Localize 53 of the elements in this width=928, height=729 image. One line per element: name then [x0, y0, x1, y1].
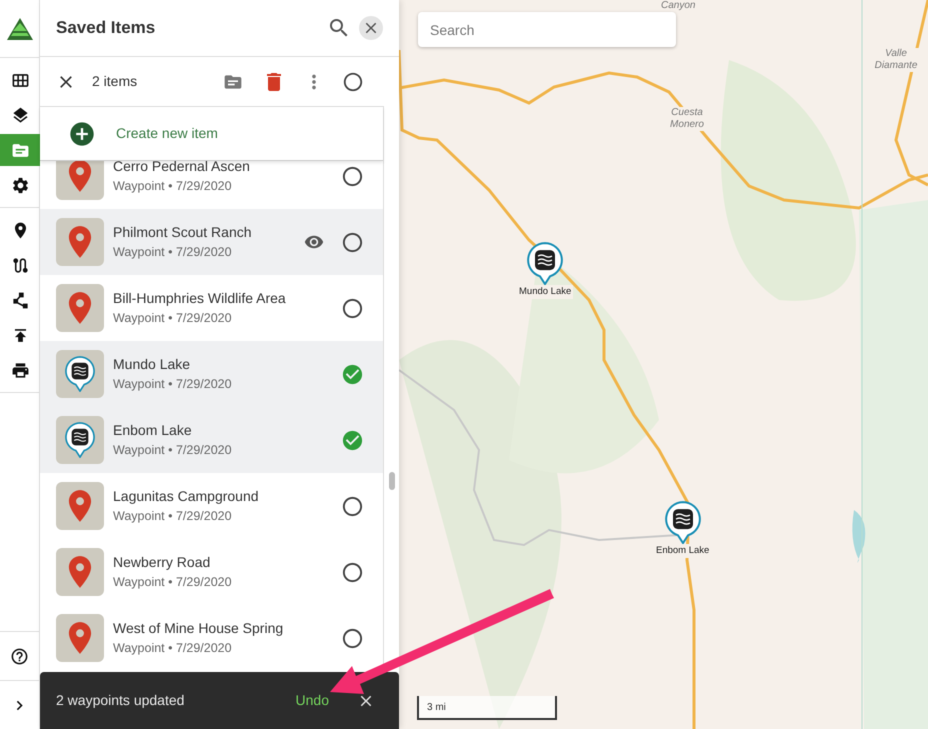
- layers-icon: [10, 106, 30, 124]
- undo-button[interactable]: Undo: [296, 690, 329, 711]
- map-label: Cuesta Monero: [667, 107, 707, 131]
- map[interactable]: Search Canyon Cuesta Monero Valle Diamante Mundo Lake Enbom Lake 3 mi: [399, 0, 928, 729]
- plus-icon: [68, 120, 96, 148]
- item-checkbox[interactable]: [341, 164, 364, 188]
- print-icon: [10, 360, 30, 380]
- item-checkbox[interactable]: [341, 494, 364, 518]
- item-name: Lagunitas Campground: [113, 487, 260, 506]
- item-checkbox[interactable]: [341, 428, 364, 452]
- item-name: West of Mine House Spring: [113, 619, 284, 638]
- item-subtitle: Waypoint • 7/29/2020: [113, 574, 233, 591]
- close-button[interactable]: [359, 16, 383, 40]
- scrollbar-thumb[interactable]: [389, 472, 395, 490]
- logo-icon: [6, 18, 32, 40]
- item-checkbox[interactable]: [341, 560, 364, 584]
- item-subtitle: Waypoint • 7/29/2020: [113, 508, 233, 525]
- lake-marker-icon: [65, 356, 95, 392]
- route-icon: [10, 256, 30, 274]
- item-name: Enbom Lake: [113, 421, 193, 440]
- item-subtitle: Waypoint • 7/29/2020: [113, 376, 233, 393]
- item-checkbox[interactable]: [341, 230, 364, 254]
- item-subtitle: Waypoint • 7/29/2020: [113, 442, 233, 459]
- item-checkbox[interactable]: [341, 626, 364, 650]
- item-name: Philmont Scout Ranch: [113, 223, 253, 242]
- selection-count: 2 items: [92, 72, 138, 91]
- help-icon: [10, 646, 29, 666]
- lake-marker-icon: [664, 501, 701, 544]
- item-checkbox[interactable]: [341, 362, 364, 386]
- marker-label: Mundo Lake: [517, 285, 574, 300]
- saved-item-row[interactable]: Philmont Scout Ranch Waypoint • 7/29/2020: [40, 209, 383, 275]
- select-all-checkbox[interactable]: [342, 70, 364, 92]
- item-checkbox[interactable]: [341, 296, 364, 320]
- item-subtitle: Waypoint • 7/29/2020: [113, 178, 233, 195]
- scale-bar: 3 mi: [417, 696, 557, 720]
- saved-item-row[interactable]: Mundo Lake Waypoint • 7/29/2020: [40, 341, 383, 407]
- saved-item-row[interactable]: Enbom Lake Waypoint • 7/29/2020: [40, 407, 383, 473]
- marker-label: Enbom Lake: [654, 544, 712, 558]
- create-item-button[interactable]: Create new item: [40, 107, 383, 161]
- map-label: Canyon: [661, 0, 696, 13]
- lake-marker-icon: [527, 242, 564, 286]
- panel-title: Saved Items: [56, 17, 156, 40]
- search-field[interactable]: Search: [418, 12, 676, 47]
- item-subtitle: Waypoint • 7/29/2020: [113, 640, 233, 657]
- lake-marker-icon: [65, 422, 95, 458]
- item-name: Bill-Humphries Wildlife Area: [113, 289, 287, 308]
- item-subtitle: Waypoint • 7/29/2020: [113, 244, 233, 261]
- settings-icon: [10, 176, 30, 194]
- toast-message: 2 waypoints updated: [56, 691, 186, 710]
- item-name: Cerro Pedernal Ascen: [113, 161, 251, 176]
- item-name: Mundo Lake: [113, 355, 192, 374]
- item-subtitle: Waypoint • 7/29/2020: [113, 310, 233, 327]
- item-name: Newberry Road: [113, 553, 212, 572]
